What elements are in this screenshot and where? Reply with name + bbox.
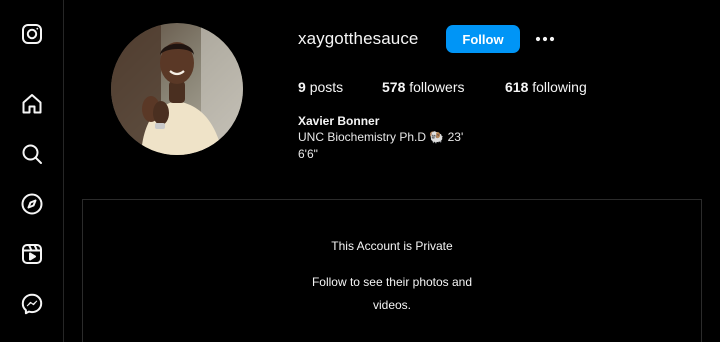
follow-button[interactable]: Follow	[446, 25, 520, 53]
profile-username: xaygotthesauce	[298, 29, 419, 48]
explore-compass-icon[interactable]	[19, 191, 45, 217]
more-options-icon[interactable]	[532, 30, 558, 48]
home-icon[interactable]	[19, 91, 45, 117]
followers-stat[interactable]: 578 followers	[382, 79, 465, 95]
following-stat[interactable]: 618 following	[505, 79, 587, 95]
following-label: following	[532, 79, 587, 95]
instagram-logo-icon[interactable]	[19, 21, 45, 47]
following-count: 618	[505, 79, 529, 95]
followers-count: 578	[382, 79, 406, 95]
instagram-profile-page: xaygotthesauce Follow 9 posts 578 follow…	[0, 0, 720, 342]
sidebar-nav	[0, 0, 64, 342]
messenger-icon[interactable]	[19, 291, 45, 317]
private-account-subtitle: Follow to see their photos and videos.	[311, 275, 473, 312]
bio-line: UNC Biochemistry Ph.D 🐏 23'	[298, 130, 464, 144]
reels-icon[interactable]	[19, 241, 45, 267]
followers-label: followers	[409, 79, 465, 95]
profile-full-name: Xavier Bonner	[298, 114, 380, 128]
posts-count: 9	[298, 79, 306, 95]
posts-stat: 9 posts	[298, 79, 343, 95]
private-account-title-text: This Account is Private	[331, 239, 453, 253]
bio-line: 6'6"	[298, 147, 318, 161]
profile-avatar[interactable]	[111, 23, 243, 155]
search-icon[interactable]	[19, 141, 45, 167]
posts-label: posts	[309, 79, 344, 95]
